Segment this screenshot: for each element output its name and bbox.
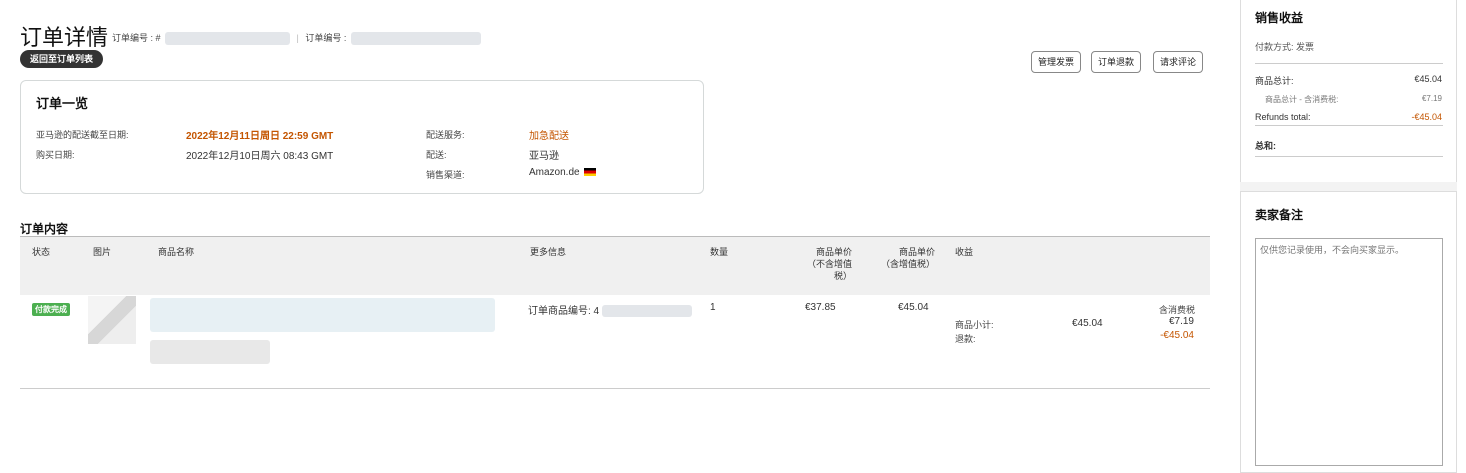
tax-included-header: 含消费税 <box>1158 305 1195 315</box>
sales-channel-text: Amazon.de <box>529 167 580 178</box>
quantity-value: 1 <box>710 302 716 313</box>
order-item-id: 订单商品编号: 4 <box>528 302 692 318</box>
purchase-date-value: 2022年12月10日周六 08:43 GMT <box>186 151 334 162</box>
fulfillment-label: 配送: <box>426 150 447 160</box>
col-product-name: 商品名称 <box>158 247 195 257</box>
order-number-redacted <box>165 32 291 46</box>
divider <box>1255 125 1443 126</box>
refund-value: -€45.04 <box>1160 330 1194 341</box>
order-number-line: 订单编号 : # | 订单编号 : <box>112 31 481 46</box>
unit-price-inc-vat-value: €45.04 <box>898 302 929 313</box>
col-revenue: 收益 <box>955 247 974 257</box>
goods-total-label: 商品总计: <box>1255 76 1294 86</box>
col-unit-price-inc-line1: 商品单价 <box>898 247 935 257</box>
status-badge: 付款完成 <box>32 303 70 316</box>
sales-revenue-title: 销售收益 <box>1255 11 1304 25</box>
divider: | <box>296 33 299 43</box>
seller-notes-panel: 卖家备注 <box>1240 191 1457 473</box>
col-more-info: 更多信息 <box>530 247 567 257</box>
subtotal-tax-value: €7.19 <box>1168 316 1194 327</box>
payment-method: 付款方式: 发票 <box>1255 42 1315 52</box>
divider <box>1255 156 1443 157</box>
purchase-date-label: 购买日期: <box>36 150 75 160</box>
seller-notes-textarea[interactable] <box>1255 238 1443 466</box>
refunds-total-value: -€45.04 <box>1411 112 1442 122</box>
order-summary-title: 订单一览 <box>36 96 89 111</box>
refunds-total-label: Refunds total: <box>1255 112 1311 122</box>
col-quantity: 数量 <box>710 247 729 257</box>
sales-revenue-panel: 销售收益 付款方式: 发票 商品总计: €45.04 商品总计 - 含消费税: … <box>1240 0 1457 184</box>
refund-order-button[interactable]: 订单退款 <box>1091 51 1142 73</box>
goods-total-tax-value: €7.19 <box>1421 94 1442 103</box>
refund-label: 退款: <box>955 334 976 344</box>
col-status: 状态 <box>32 247 51 257</box>
row-divider <box>20 388 1210 389</box>
col-unit-price-ex-line3: 税） <box>833 271 852 281</box>
order-item-id-redacted <box>601 305 692 318</box>
seller-notes-title: 卖家备注 <box>1255 208 1304 222</box>
product-name-link[interactable] <box>150 298 500 373</box>
request-review-button[interactable]: 请求评论 <box>1153 51 1204 73</box>
order-number-redacted-2 <box>350 32 481 46</box>
order-summary-card: 订单一览 亚马逊的配送截至日期: 2022年12月11日周日 22:59 GMT… <box>20 80 704 194</box>
delivery-deadline-label: 亚马逊的配送截至日期: <box>36 130 129 140</box>
germany-flag-icon <box>584 168 597 177</box>
order-contents-table-header: 状态 图片 商品名称 更多信息 数量 商品单价 （不含增值 税） 商品单价 （含… <box>20 236 1210 295</box>
shipping-service-value: 加急配送 <box>529 131 569 142</box>
subtotal-label: 商品小计: <box>955 320 994 330</box>
order-number-label-2: 订单编号 : <box>305 33 347 43</box>
col-unit-price-inc-vat: 商品单价 （含增值税） <box>865 246 935 270</box>
fulfillment-value: 亚马逊 <box>529 151 559 162</box>
goods-total-tax-label: 商品总计 - 含消费税: <box>1265 95 1339 104</box>
goods-total-value: €45.04 <box>1414 74 1442 84</box>
page-title: 订单详情 <box>20 25 109 50</box>
status-badge-label: 付款完成 <box>32 303 70 316</box>
back-to-order-list-button[interactable]: 返回至订单列表 <box>20 50 104 68</box>
sum-label: 总和: <box>1255 141 1276 151</box>
order-number-label: 订单编号 : # <box>112 33 161 43</box>
col-image: 图片 <box>93 247 112 257</box>
product-name-redacted-2 <box>150 340 270 364</box>
manage-invoice-button[interactable]: 管理发票 <box>1031 51 1082 73</box>
divider <box>1255 63 1443 64</box>
col-unit-price-ex-vat: 商品单价 （不含增值 税） <box>780 246 852 282</box>
col-unit-price-ex-line2: （不含增值 <box>806 259 852 269</box>
col-unit-price-ex-line1: 商品单价 <box>815 247 852 257</box>
order-item-id-label: 订单商品编号: 4 <box>528 306 600 317</box>
sales-channel-value: Amazon.de <box>529 167 597 178</box>
unit-price-ex-vat-value: €37.85 <box>805 302 836 313</box>
shipping-service-label: 配送服务: <box>426 130 465 140</box>
order-contents-title: 订单内容 <box>20 222 69 236</box>
sales-channel-label: 销售渠道: <box>426 170 465 180</box>
product-name-redacted <box>150 298 495 332</box>
product-image[interactable] <box>88 296 136 344</box>
subtotal-value: €45.04 <box>1072 318 1103 329</box>
col-unit-price-inc-line2: （含增值税） <box>880 259 935 269</box>
delivery-deadline-value: 2022年12月11日周日 22:59 GMT <box>186 131 334 142</box>
